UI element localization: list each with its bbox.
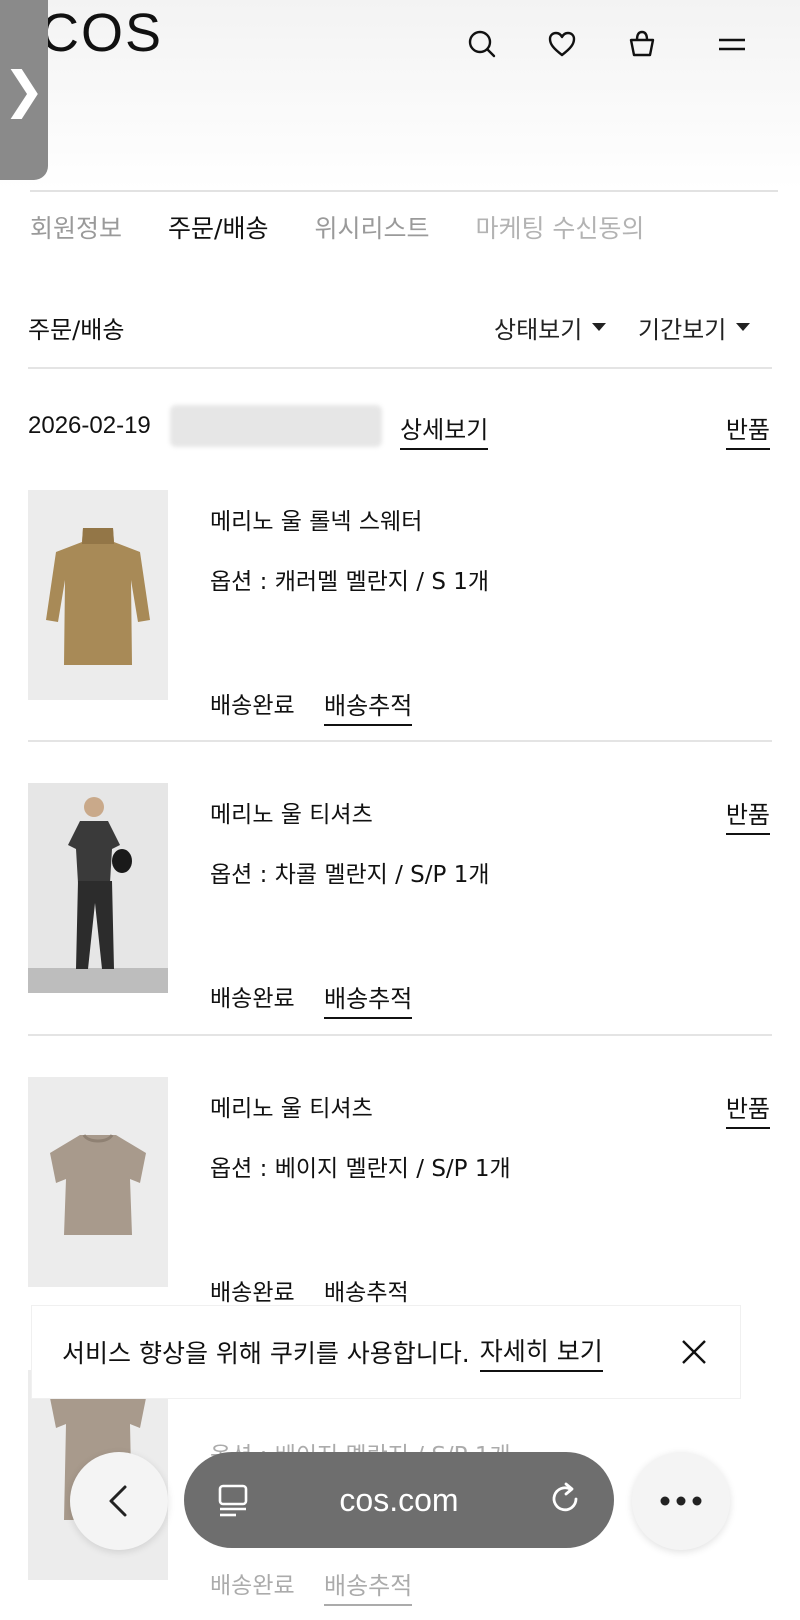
period-filter-label: 기간보기 [638,316,727,344]
item-option: 옵션 : 베이지 멜란지 / S/P 1개 [210,1156,511,1182]
close-icon[interactable] [674,1332,714,1372]
tab-marketing-consent[interactable]: 마케팅 수신동의 [475,205,644,253]
menu-icon[interactable] [712,24,752,64]
item-return-link[interactable]: 반품 [725,1089,770,1129]
section-divider [28,367,772,369]
cookie-banner: 서비스 향상을 위해 쿠키를 사용합니다. 자세히 보기 [32,1306,740,1398]
status-filter-label: 상태보기 [494,316,583,344]
tab-member-info[interactable]: 회원정보 [30,205,122,253]
product-image-turtleneck[interactable] [28,490,168,700]
item-option: 옵션 : 캐러멜 멜란지 / S 1개 [210,569,490,595]
site-header: COS ❯ [0,0,800,190]
status-filter-dropdown[interactable]: 상태보기 [494,310,607,345]
track-shipment-link[interactable]: 배송추적 [324,1273,409,1307]
header-divider [30,190,778,192]
section-title: 주문/배송 [28,316,125,344]
search-icon[interactable] [462,24,502,64]
item-status: 배송완료 [210,693,295,719]
chevron-left-icon [109,1485,127,1517]
track-shipment-link[interactable]: 배송추적 [324,1566,413,1606]
item-option: 옵션 : 차콜 멜란지 / S/P 1개 [210,862,490,888]
track-shipment-link[interactable]: 배송추적 [324,979,413,1019]
item-divider [28,740,772,742]
cookie-details-link[interactable]: 자세히 보기 [479,1332,603,1372]
order-return-link[interactable]: 반품 [725,410,770,450]
caret-down-icon [592,322,607,331]
side-panel-handle[interactable]: ❯ [0,0,48,180]
reload-icon[interactable] [546,1480,584,1526]
item-name[interactable]: 메리노 울 티셔츠 [210,795,373,829]
item-name[interactable]: 메리노 울 롤넥 스웨터 [210,502,422,536]
product-image-beige-tshirt[interactable] [28,1077,168,1287]
more-options-button[interactable] [632,1452,730,1550]
redacted-order-number [170,405,382,447]
browser-toolbar: cos.com [0,1440,800,1560]
period-filter-dropdown[interactable]: 기간보기 [638,310,751,345]
account-tabs: 회원정보 주문/배송 위시리스트 마케팅 수신동의 [30,205,770,253]
order-detail-link[interactable]: 상세보기 [400,410,489,450]
item-status: 배송완료 [210,1573,295,1599]
track-shipment-link[interactable]: 배송추적 [324,686,413,726]
caret-down-icon [736,322,751,331]
item-status: 배송완료 [210,1280,295,1306]
product-image-model-tshirt[interactable] [28,783,168,993]
cookie-message: 서비스 향상을 위해 쿠키를 사용합니다. [62,1339,470,1368]
back-button[interactable] [70,1452,168,1550]
more-icon [660,1496,702,1506]
tab-wishlist[interactable]: 위시리스트 [314,205,429,253]
item-status: 배송완료 [210,986,295,1012]
heart-icon[interactable] [542,24,582,64]
item-return-link[interactable]: 반품 [725,795,770,835]
cos-logo[interactable]: COS [40,2,163,64]
order-date: 2026-02-19 [28,412,151,439]
item-divider [28,1034,772,1036]
address-bar[interactable]: cos.com [184,1452,614,1548]
url-text: cos.com [339,1481,459,1518]
tabs-icon[interactable] [216,1482,252,1526]
shopping-bag-icon[interactable] [622,24,662,64]
tab-orders[interactable]: 주문/배송 [168,205,268,253]
chevron-right-icon: ❯ [3,61,45,119]
order-item: 메리노 울 티셔츠 반품 옵션 : 차콜 멜란지 / S/P 1개 배송완료 배… [0,783,800,1077]
item-name[interactable]: 메리노 울 티셔츠 [210,1089,373,1123]
